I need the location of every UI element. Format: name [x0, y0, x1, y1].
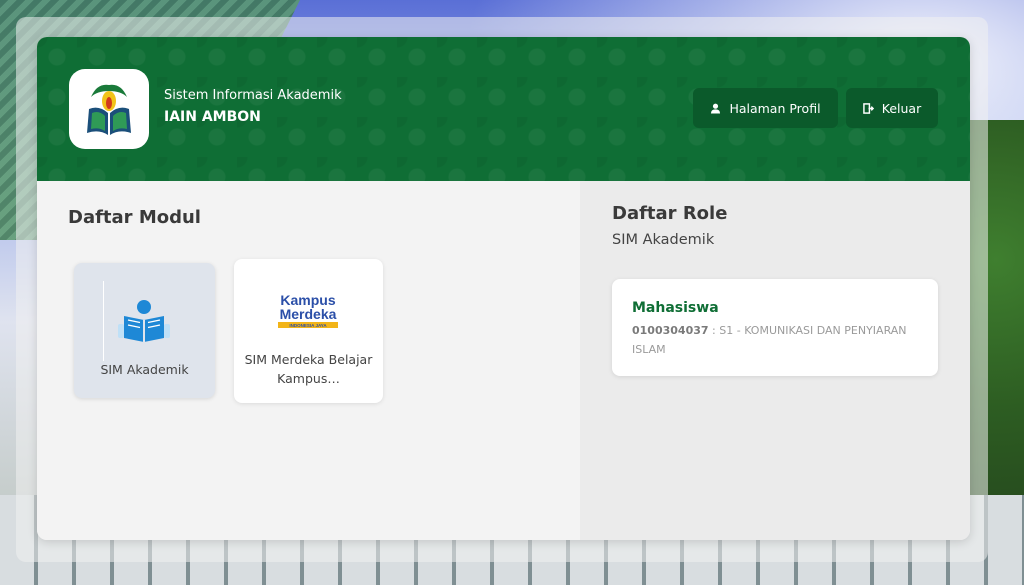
iain-logo-icon — [87, 84, 131, 135]
user-icon — [710, 103, 721, 114]
app-title: IAIN AMBON — [164, 109, 261, 125]
role-name: Mahasiswa — [632, 300, 719, 316]
role-list-title: Daftar Role — [612, 203, 728, 224]
logout-button[interactable]: Keluar — [846, 88, 938, 128]
module-label: SIM Merdeka Belajar Kampus… — [244, 352, 373, 386]
role-card-mahasiswa[interactable]: Mahasiswa 0100304037 : S1 - KOMUNIKASI D… — [612, 279, 938, 376]
kampus-merdeka-logo: Kampus Merdeka INDONESIA JAYA — [272, 289, 344, 337]
app-subtitle: Sistem Informasi Akademik — [164, 88, 342, 103]
module-tile-sim-merdeka[interactable]: Kampus Merdeka INDONESIA JAYA SIM Merdek… — [234, 259, 383, 403]
module-list-title: Daftar Modul — [68, 207, 201, 228]
module-label: SIM Akademik — [100, 362, 189, 377]
module-list-panel: Daftar Modul SIM Akademik Kampus Merdeka… — [37, 181, 580, 540]
main-card: Sistem Informasi Akademik IAIN AMBON Hal… — [37, 37, 970, 540]
role-list-subtitle: SIM Akademik — [612, 232, 715, 248]
divider — [103, 281, 104, 361]
logout-button-label: Keluar — [881, 100, 922, 116]
student-id: 0100304037 — [632, 324, 709, 337]
svg-text:Merdeka: Merdeka — [280, 306, 337, 322]
profile-button[interactable]: Halaman Profil — [693, 88, 838, 128]
reading-student-icon — [118, 298, 170, 348]
app-header: Sistem Informasi Akademik IAIN AMBON Hal… — [37, 37, 970, 181]
svg-text:INDONESIA JAYA: INDONESIA JAYA — [289, 323, 327, 328]
iain-logo — [69, 69, 149, 149]
logout-icon — [862, 102, 874, 114]
module-tile-sim-akademik[interactable]: SIM Akademik — [74, 263, 215, 398]
role-list-panel: Daftar Role SIM Akademik Mahasiswa 01003… — [580, 181, 970, 540]
profile-button-label: Halaman Profil — [729, 100, 821, 116]
role-detail: 0100304037 : S1 - KOMUNIKASI DAN PENYIAR… — [632, 321, 924, 359]
